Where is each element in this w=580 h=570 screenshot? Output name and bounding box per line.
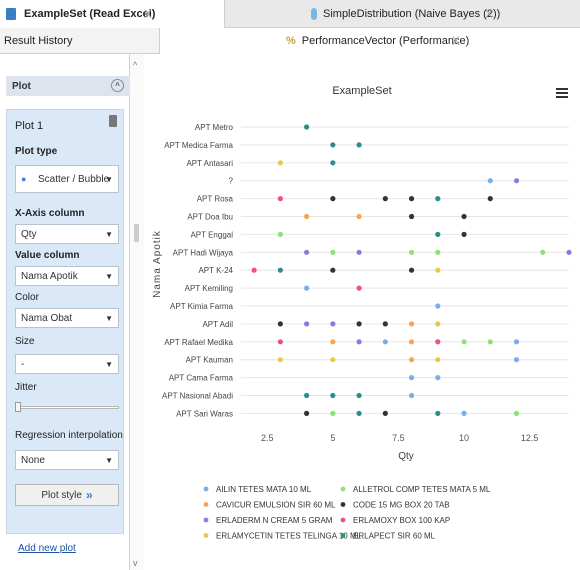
value-column-value: Nama Apotik — [21, 270, 78, 282]
tab-result-history[interactable]: Result History — [0, 28, 160, 54]
panel-scrollbar[interactable]: ^ v — [130, 54, 144, 570]
plot-type-label: Plot type — [15, 146, 58, 157]
size-value: - — [21, 358, 25, 370]
x-axis-value: Qty — [21, 228, 37, 240]
tab-performancevector-label: PerformanceVector (Performance) — [301, 35, 470, 47]
plot-1-settings: Plot 1 Plot type ● Scatter / Bubble ▼ X-… — [6, 109, 124, 534]
percent-icon: % — [286, 35, 296, 47]
x-axis-label: X-Axis column — [15, 208, 85, 219]
tab-exampleset[interactable]: ExampleSet (Read Excel) X — [0, 0, 225, 28]
sub-tab-bar: Result History % PerformanceVector (Perf… — [0, 28, 580, 54]
color-label: Color — [15, 292, 39, 303]
regression-value: None — [21, 454, 45, 466]
color-value: Nama Obat — [21, 312, 73, 324]
tab-simpledistribution[interactable]: SimpleDistribution (Naive Bayes (2)) X — [225, 0, 580, 28]
close-icon[interactable]: X — [452, 34, 460, 48]
chevron-down-icon: ▼ — [105, 314, 113, 323]
size-label: Size — [15, 336, 35, 347]
tab-exampleset-label: ExampleSet (Read Excel) — [24, 8, 156, 20]
plot-style-button[interactable]: Plot style » — [15, 484, 119, 506]
collapse-icon[interactable]: ^ — [111, 79, 124, 92]
size-select[interactable]: - ▼ — [15, 354, 119, 374]
plot-config-panel: Plot ^ Plot 1 Plot type ● Scatter / Bubb… — [0, 54, 130, 570]
add-new-plot-link[interactable]: Add new plot — [18, 543, 76, 554]
chevron-down-icon: ▼ — [105, 175, 113, 184]
regression-label: Regression interpolation — [15, 430, 123, 441]
close-icon[interactable]: X — [485, 7, 493, 21]
double-chevron-right-icon: » — [85, 488, 93, 502]
chevron-down-icon: ▼ — [105, 230, 113, 239]
jitter-slider[interactable] — [15, 402, 119, 412]
scatter-icon: ● — [21, 174, 27, 184]
result-tab-bar: ExampleSet (Read Excel) X SimpleDistribu… — [0, 0, 580, 28]
jitter-label: Jitter — [15, 382, 37, 393]
regression-select[interactable]: None ▼ — [15, 450, 119, 470]
chart-menu-icon[interactable] — [556, 88, 568, 100]
color-select[interactable]: Nama Obat ▼ — [15, 308, 119, 328]
plot-style-label: Plot style — [41, 489, 82, 501]
model-icon — [311, 8, 317, 20]
scroll-thumb[interactable] — [134, 224, 139, 242]
tab-result-history-label: Result History — [4, 35, 73, 47]
trash-icon[interactable] — [109, 115, 117, 127]
plot-type-select[interactable]: ● Scatter / Bubble ▼ — [15, 165, 119, 193]
value-column-label: Value column — [15, 250, 80, 261]
plot-section-header[interactable]: Plot ^ — [6, 76, 130, 96]
tab-performancevector[interactable]: % PerformanceVector (Performance) X — [160, 28, 580, 54]
value-column-select[interactable]: Nama Apotik ▼ — [15, 266, 119, 286]
chevron-down-icon: ▼ — [105, 360, 113, 369]
jitter-track — [15, 406, 119, 409]
chart-area — [144, 54, 580, 570]
scroll-down-icon[interactable]: v — [133, 558, 138, 568]
tab-simpledistribution-label: SimpleDistribution (Naive Bayes (2)) — [323, 8, 501, 20]
scroll-up-icon[interactable]: ^ — [133, 60, 137, 70]
plot-type-value: Scatter / Bubble — [38, 173, 110, 185]
table-icon — [6, 8, 16, 20]
chevron-down-icon: ▼ — [105, 272, 113, 281]
jitter-handle[interactable] — [15, 402, 21, 412]
close-icon[interactable]: X — [144, 7, 152, 21]
plot-section-title: Plot — [12, 80, 31, 92]
plot-name: Plot 1 — [15, 120, 44, 132]
chevron-down-icon: ▼ — [105, 456, 113, 465]
x-axis-select[interactable]: Qty ▼ — [15, 224, 119, 244]
